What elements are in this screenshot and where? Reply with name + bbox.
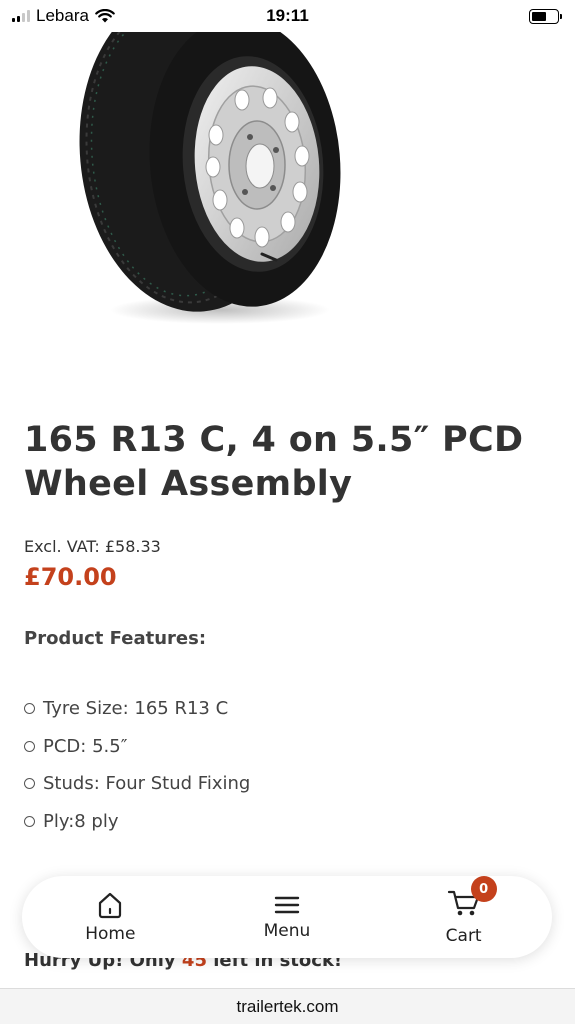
wifi-icon [95, 8, 115, 22]
home-icon [99, 892, 122, 919]
cart-count-badge: 0 [470, 876, 497, 902]
status-bar: Lebara 19:11 [0, 0, 575, 32]
bottom-nav: Home Menu 0 Cart [22, 876, 552, 958]
feature-text: Studs: Four Stud Fixing [43, 773, 251, 795]
menu-icon [274, 896, 300, 914]
nav-cart[interactable]: 0 Cart [404, 876, 524, 946]
bullet-icon [24, 740, 35, 752]
features-list: Tyre Size: 165 R13 C PCD: 5.5″ Studs: Fo… [24, 690, 250, 840]
signal-icon [12, 10, 30, 22]
carrier-name: Lebara [36, 6, 89, 25]
battery-icon [529, 8, 562, 24]
feature-text: PCD: 5.5″ [43, 735, 128, 757]
nav-home[interactable]: Home [50, 890, 170, 944]
feature-item: PCD: 5.5″ [24, 728, 250, 766]
nav-menu[interactable]: Menu [227, 893, 347, 941]
bullet-icon [24, 703, 35, 715]
price-excl-vat: Excl. VAT: £58.33 [24, 537, 161, 556]
battery-level [532, 11, 547, 21]
nav-home-label: Home [85, 924, 136, 944]
bullet-icon [24, 778, 35, 790]
feature-item: Tyre Size: 165 R13 C [24, 690, 250, 728]
nav-menu-label: Menu [263, 921, 311, 941]
product-image[interactable] [70, 32, 370, 332]
feature-item: Studs: Four Stud Fixing [24, 765, 250, 803]
feature-text: Tyre Size: 165 R13 C [43, 698, 229, 720]
bullet-icon [24, 815, 35, 827]
clock: 19:11 [266, 6, 309, 25]
cart-icon-wrap: 0 [447, 876, 497, 922]
features-heading: Product Features: [24, 628, 207, 649]
feature-item: Ply:8 ply [24, 803, 250, 841]
status-left: Lebara [12, 6, 115, 26]
browser-url-bar[interactable]: trailertek.com [0, 988, 575, 1024]
nav-cart-label: Cart [445, 926, 482, 946]
price: £70.00 [24, 563, 117, 591]
feature-text: Ply:8 ply [43, 810, 119, 832]
product-title: 165 R13 C, 4 on 5.5″ PCD Wheel Assembly [24, 420, 524, 504]
url-text: trailertek.com [236, 996, 339, 1016]
